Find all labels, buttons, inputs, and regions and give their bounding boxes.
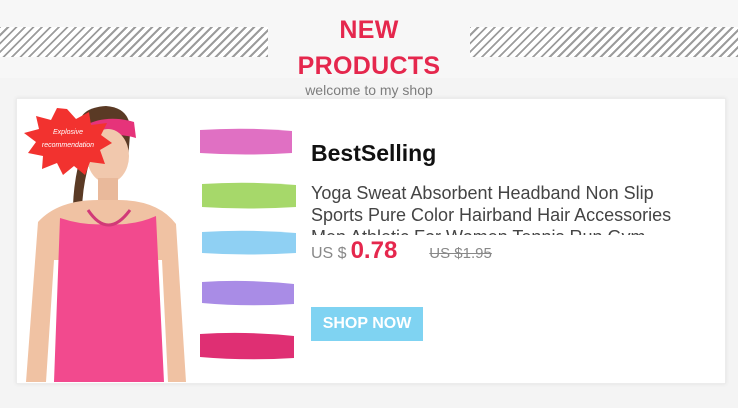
swatch-blue	[202, 230, 296, 255]
banner-stripes-left	[0, 27, 268, 57]
banner-stripes-right	[470, 27, 738, 57]
product-promo-page: NEW PRODUCTS welcome to my shop Explosiv…	[0, 0, 738, 408]
product-info: BestSelling Yoga Sweat Absorbent Headban…	[311, 138, 706, 265]
badge-line-2: recommendation	[41, 142, 95, 149]
new-products-banner: NEW PRODUCTS welcome to my shop	[0, 0, 738, 97]
swatch-purple	[202, 280, 294, 306]
banner-title: NEW PRODUCTS	[297, 16, 441, 80]
product-title[interactable]: Yoga Sweat Absorbent Headband Non Slip S…	[311, 182, 706, 235]
banner-heading: NEW PRODUCTS welcome to my shop	[268, 12, 470, 97]
tank-top-shape	[54, 216, 164, 382]
swatch-magenta	[200, 332, 294, 360]
swatch-pink	[200, 128, 292, 155]
product-title-container: Yoga Sweat Absorbent Headband Non Slip S…	[311, 182, 706, 235]
swatch-green	[202, 182, 296, 209]
current-price: 0.78	[350, 237, 398, 264]
original-price: US $1.95	[429, 245, 492, 262]
banner-subtitle: welcome to my shop	[305, 82, 433, 98]
product-brand: BestSelling	[311, 140, 437, 166]
badge-line-1: Explosive	[53, 129, 83, 136]
price-currency: US $	[311, 245, 347, 262]
price-row: US $ 0.78 US $1.95	[311, 237, 706, 265]
shop-now-button[interactable]: SHOP NOW	[311, 307, 423, 341]
badge-text: Explosive recommendation	[26, 125, 110, 151]
color-swatch-list	[200, 128, 296, 360]
